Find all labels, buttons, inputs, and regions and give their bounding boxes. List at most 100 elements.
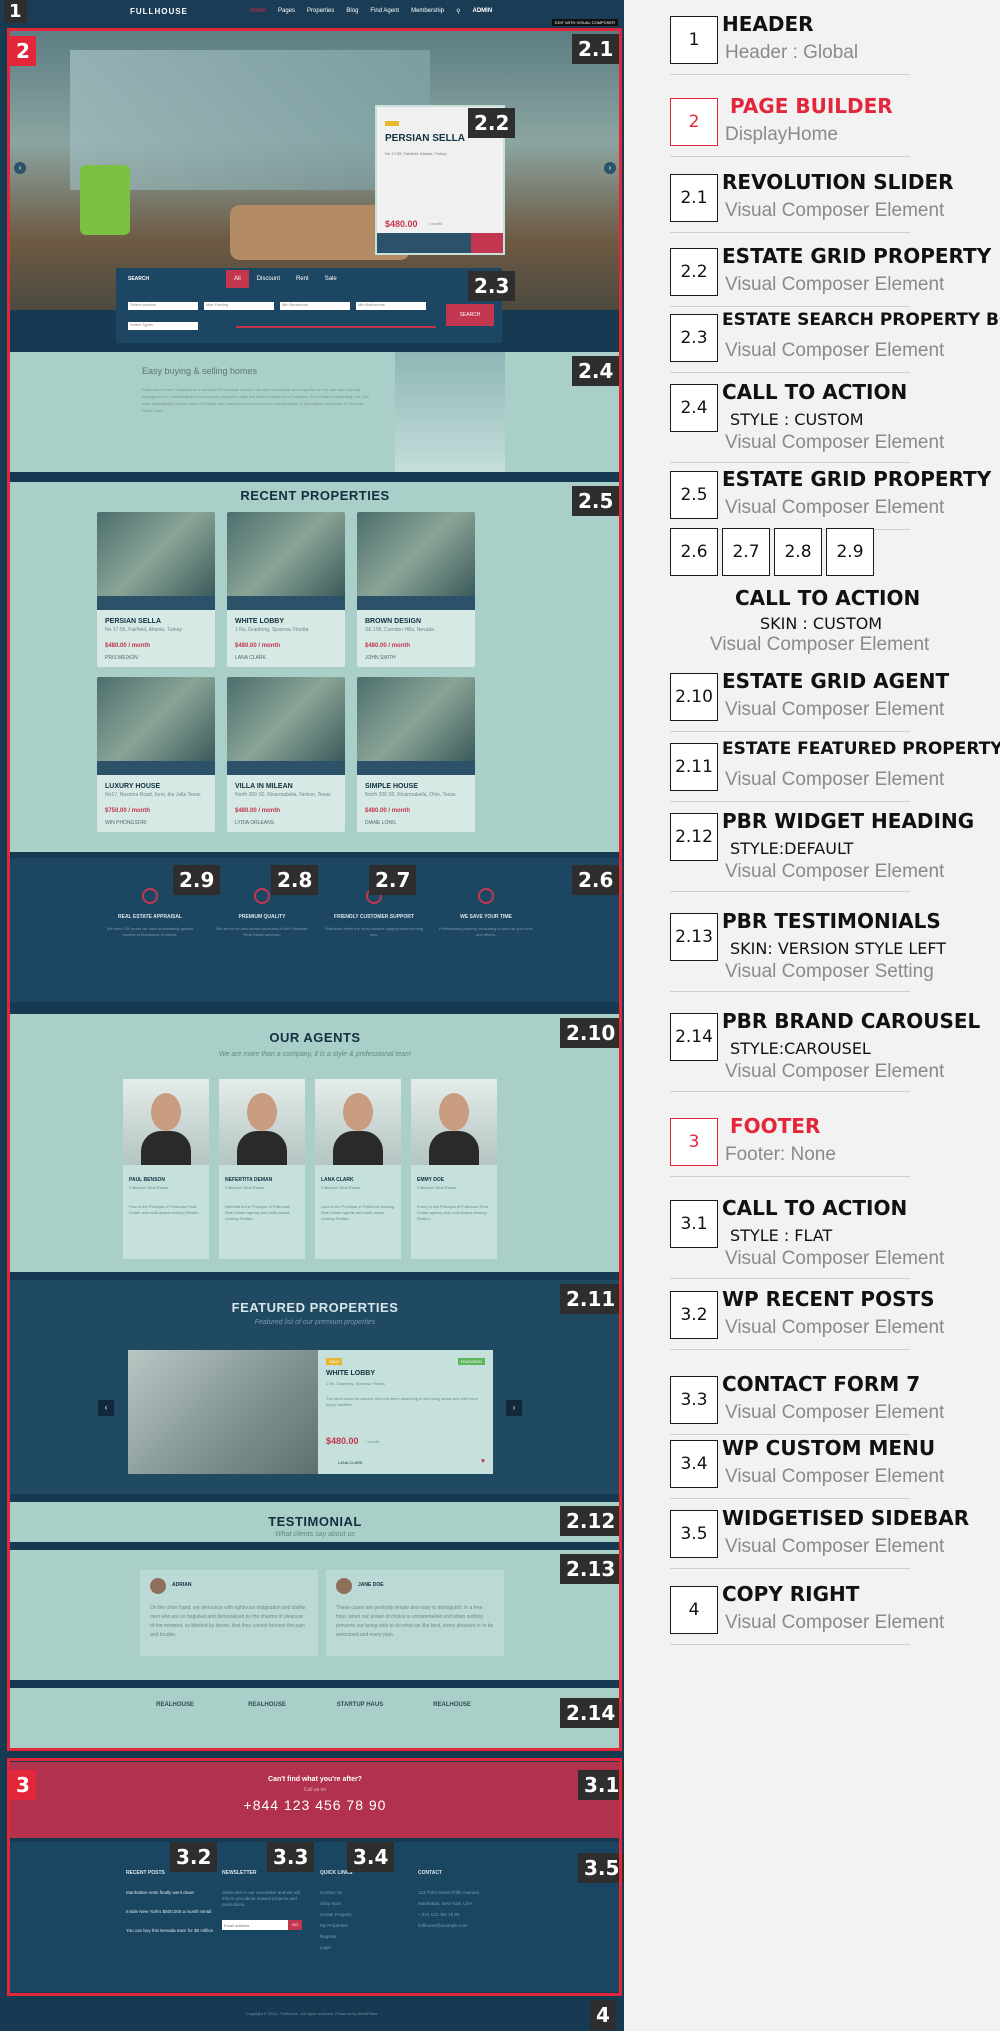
legend-number: 2.5 xyxy=(670,471,718,519)
user-menu[interactable]: ADMIN xyxy=(473,8,493,15)
legend-subtitle: Visual Composer Element xyxy=(725,699,945,720)
separator xyxy=(670,1091,910,1092)
separator xyxy=(670,1434,910,1435)
legend-number: 2.1 xyxy=(670,174,718,222)
separator xyxy=(670,74,910,75)
nav-item[interactable]: Properties xyxy=(307,8,334,15)
legend-number: 2.14 xyxy=(670,1013,718,1061)
legend-subtitle: Visual Composer Element xyxy=(725,497,945,518)
legend-title: PBR TESTIMONIALS xyxy=(722,909,941,933)
legend-title: PBR BRAND CAROUSEL xyxy=(722,1009,981,1033)
site-mockup: FULLHOUSE Home Pages Properties Blog Fin… xyxy=(0,0,624,2031)
separator xyxy=(670,991,910,992)
section-number: 1 xyxy=(4,0,27,23)
section-number: 4 xyxy=(590,2000,616,2030)
nav-item[interactable]: Pages xyxy=(278,8,295,15)
main-nav: Home Pages Properties Blog Find Agent Me… xyxy=(250,8,492,15)
separator xyxy=(670,1176,910,1177)
legend-subtitle: Visual Composer Setting xyxy=(725,961,934,982)
separator xyxy=(670,891,910,892)
legend-number: 2.11 xyxy=(670,743,718,791)
legend-subtitle: Visual Composer Element xyxy=(725,1402,945,1423)
legend-subtitle: Visual Composer Element xyxy=(725,1248,945,1269)
legend-title: CALL TO ACTION xyxy=(722,1196,908,1220)
legend-number: 2.8 xyxy=(774,528,822,576)
separator xyxy=(670,232,910,233)
separator xyxy=(670,801,910,802)
nav-item[interactable]: Membership xyxy=(411,8,444,15)
separator xyxy=(670,156,910,157)
legend-title: CALL TO ACTION xyxy=(735,586,921,610)
section-number: 2 xyxy=(10,36,36,66)
page-builder-outline xyxy=(7,28,622,1751)
legend-subtitle: Header : Global xyxy=(725,42,859,63)
separator xyxy=(670,372,910,373)
nav-item[interactable]: Home xyxy=(250,8,266,15)
legend-title: COPY RIGHT xyxy=(722,1582,860,1606)
separator xyxy=(670,731,910,732)
legend-number: 3.4 xyxy=(670,1440,718,1488)
legend-title: REVOLUTION SLIDER xyxy=(722,170,954,194)
legend-number: 1 xyxy=(670,16,718,64)
legend-number: 2.7 xyxy=(722,528,770,576)
legend-number: 3.3 xyxy=(670,1376,718,1424)
copyright-text: Copyright © 2016 - Fullhouse - All right… xyxy=(245,2011,379,2016)
legend-subtitle: STYLE:CAROUSEL xyxy=(730,1039,871,1058)
legend-title: ESTATE GRID PROPERTY xyxy=(722,244,992,268)
legend-title: WIDGETISED SIDEBAR xyxy=(722,1506,970,1530)
legend-title: PAGE BUILDER xyxy=(730,94,893,118)
legend-number: 3.2 xyxy=(670,1291,718,1339)
legend-subtitle: Footer: None xyxy=(725,1144,836,1165)
legend-subtitle: DisplayHome xyxy=(725,124,838,145)
nav-item[interactable]: Blog xyxy=(346,8,358,15)
legend-subtitle: Visual Composer Element xyxy=(725,1466,945,1487)
page: FULLHOUSE Home Pages Properties Blog Fin… xyxy=(0,0,1000,2031)
legend-title: ESTATE FEATURED PROPERTY xyxy=(722,739,1000,759)
edit-tag[interactable]: EDIT WITH VISUAL COMPOSER xyxy=(551,19,618,26)
legend-subtitle: SKIN : CUSTOM xyxy=(760,614,883,633)
legend-number: 3 xyxy=(670,1118,718,1166)
legend-subtitle: Visual Composer Element xyxy=(725,1536,945,1557)
legend-number: 2.12 xyxy=(670,813,718,861)
legend-number: 2 xyxy=(670,98,718,146)
legend-title: PBR WIDGET HEADING xyxy=(722,809,975,833)
legend-subtitle: Visual Composer Element xyxy=(725,861,945,882)
separator xyxy=(670,1278,910,1279)
legend-number: 2.13 xyxy=(670,913,718,961)
legend-title: FOOTER xyxy=(730,1114,821,1138)
search-icon[interactable]: ⚲ xyxy=(456,8,460,15)
legend-number: 3.1 xyxy=(670,1200,718,1248)
legend-subtitle: Visual Composer Element xyxy=(725,1061,945,1082)
separator xyxy=(670,1568,910,1569)
separator xyxy=(670,1644,910,1645)
legend-title: CONTACT FORM 7 xyxy=(722,1372,921,1396)
separator xyxy=(670,462,910,463)
legend-subtitle: Visual Composer Element xyxy=(725,340,945,361)
section-number: 3 xyxy=(10,1770,36,1800)
separator xyxy=(670,1498,910,1499)
site-header: FULLHOUSE Home Pages Properties Blog Fin… xyxy=(0,0,624,26)
legend-number: 2.4 xyxy=(670,384,718,432)
nav-item[interactable]: Find Agent xyxy=(370,8,399,15)
legend-number: 4 xyxy=(670,1586,718,1634)
legend-number: 2.9 xyxy=(826,528,874,576)
legend-title: WP RECENT POSTS xyxy=(722,1287,935,1311)
legend-title: WP CUSTOM MENU xyxy=(722,1436,936,1460)
legend-title: ESTATE SEARCH PROPERTY BOX xyxy=(722,310,1000,330)
logo[interactable]: FULLHOUSE xyxy=(130,7,188,16)
legend-title: HEADER xyxy=(722,12,814,36)
legend-subtitle: SKIN: VERSION STYLE LEFT xyxy=(730,939,947,958)
legend-subtitle: Visual Composer Element xyxy=(710,634,930,655)
legend-number: 2.10 xyxy=(670,673,718,721)
legend-number: 3.5 xyxy=(670,1510,718,1558)
legend-number: 2.3 xyxy=(670,314,718,362)
legend-subtitle: Visual Composer Element xyxy=(725,432,945,453)
legend-subtitle: Visual Composer Element xyxy=(725,200,945,221)
legend-title: ESTATE GRID AGENT xyxy=(722,669,950,693)
legend-subtitle: STYLE : CUSTOM xyxy=(730,410,864,429)
legend-subtitle: Visual Composer Element xyxy=(725,769,945,790)
legend-title: ESTATE GRID PROPERTY xyxy=(722,467,992,491)
legend-subtitle: Visual Composer Element xyxy=(725,274,945,295)
footer-outline xyxy=(7,1758,622,1996)
separator xyxy=(670,1349,910,1350)
